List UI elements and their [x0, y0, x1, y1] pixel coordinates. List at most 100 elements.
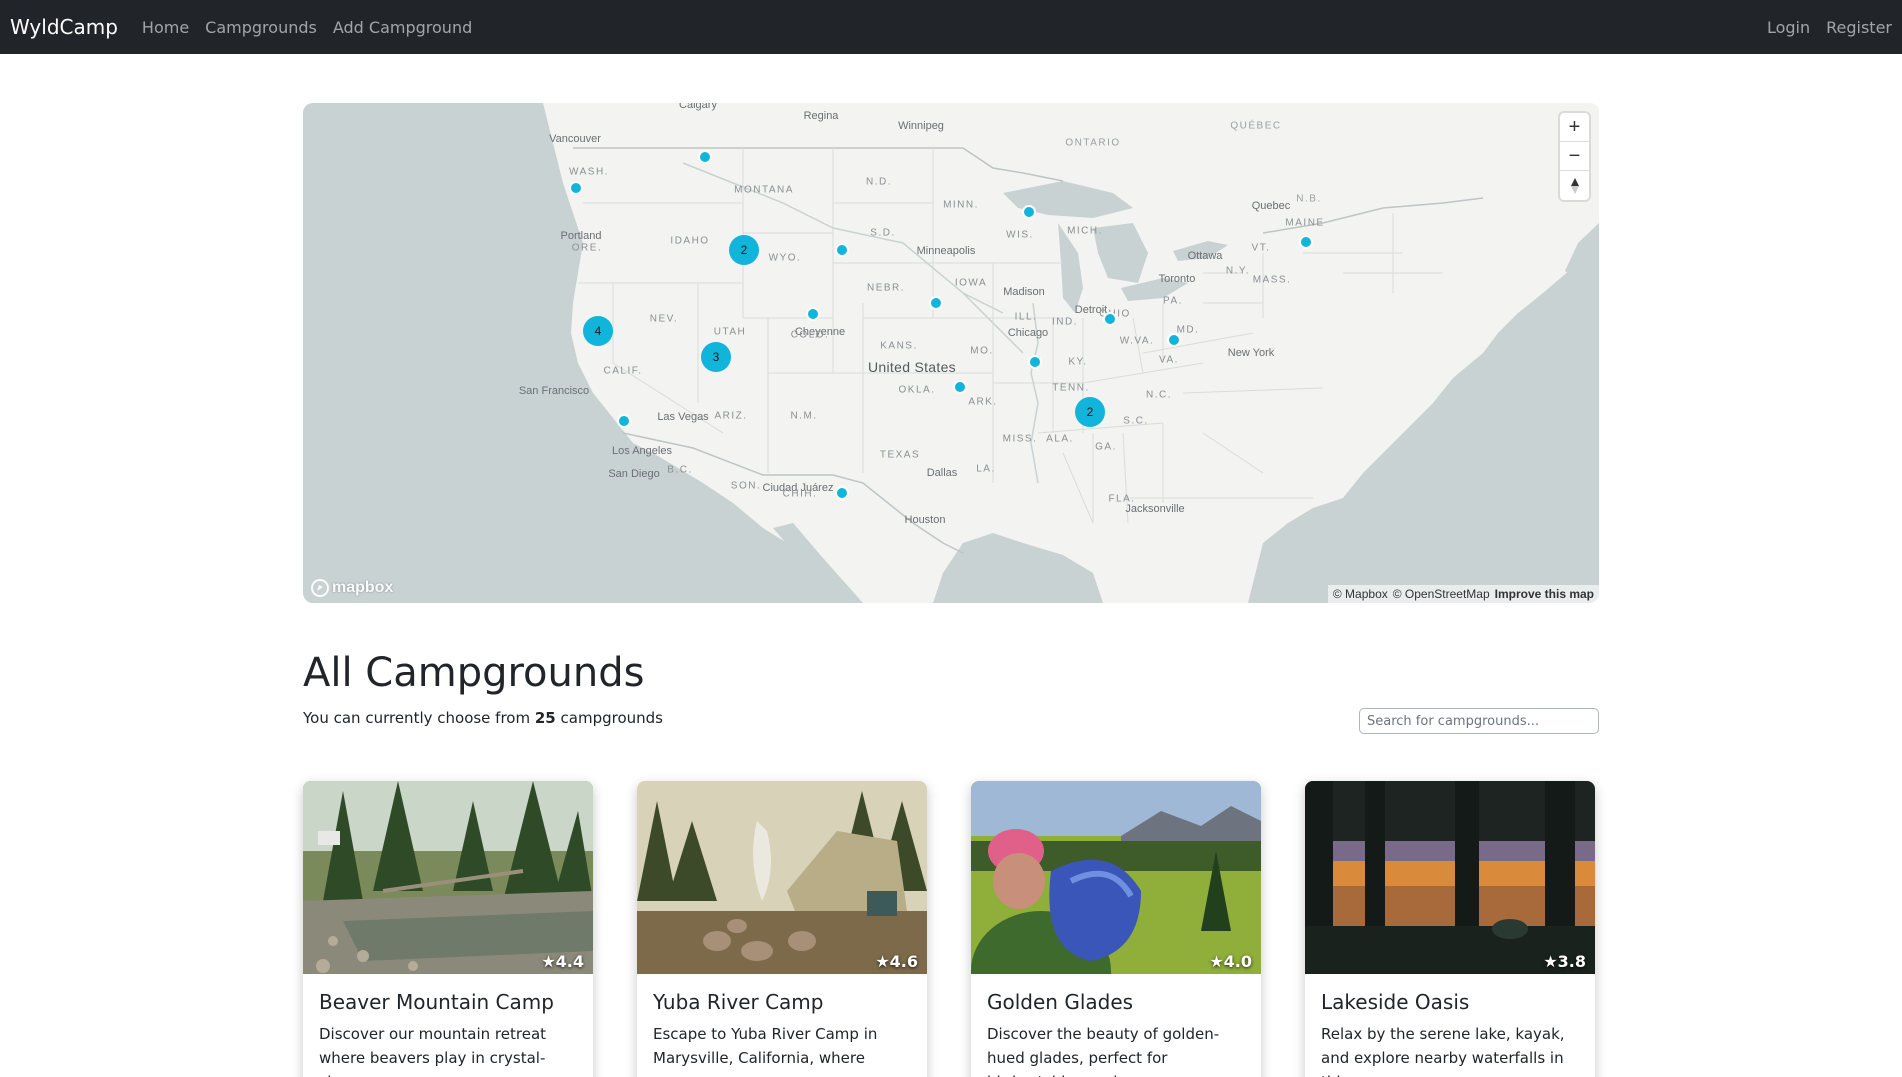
- campground-marker[interactable]: [698, 150, 712, 164]
- map-state-label: MO.: [970, 345, 994, 357]
- osm-attribution-link[interactable]: © OpenStreetMap: [1393, 587, 1490, 601]
- campground-name: Yuba River Camp: [653, 990, 824, 1014]
- cluster-map[interactable]: Calgary Regina Winnipeg Vancouver Portla…: [303, 103, 1599, 603]
- map-state-label: SON.: [730, 480, 762, 492]
- campground-cluster[interactable]: 3: [701, 342, 731, 372]
- map-state-label: IOWA: [954, 277, 988, 289]
- map-state-label: TEXAS: [879, 449, 921, 461]
- map-city-label: Las Vegas: [657, 411, 709, 423]
- improve-map-link[interactable]: Improve this map: [1495, 587, 1594, 601]
- map-city-label: Madison: [1003, 286, 1045, 298]
- campground-marker[interactable]: [953, 380, 967, 394]
- map-province-label: QUÉBEC: [1230, 120, 1282, 132]
- map-country-label: United States: [868, 359, 956, 375]
- campground-name: Golden Glades: [987, 990, 1134, 1014]
- count-suffix: campgrounds: [560, 709, 663, 727]
- map-state-label: CALIF.: [603, 365, 643, 377]
- campground-marker[interactable]: [617, 414, 631, 428]
- campground-marker[interactable]: [569, 181, 583, 195]
- campground-description: Discover the beauty of golden-hued glade…: [987, 1025, 1220, 1077]
- nav-campgrounds-link[interactable]: Campgrounds: [205, 18, 317, 37]
- count-prefix: You can currently choose from: [303, 709, 531, 727]
- lake-sunset-image: [1305, 781, 1595, 974]
- campground-card[interactable]: ★4.0 Golden Glades Discover the beauty o…: [971, 781, 1261, 1077]
- map-state-label: TENN.: [1052, 382, 1090, 394]
- map-state-label: ARK.: [968, 396, 998, 408]
- map-state-label: UTAH: [713, 326, 747, 338]
- campfire-tent-image: [637, 781, 927, 974]
- campground-marker[interactable]: [835, 243, 849, 257]
- register-link[interactable]: Register: [1826, 18, 1892, 37]
- map-city-label: Houston: [904, 514, 946, 526]
- map-city-label: Dallas: [926, 467, 958, 479]
- campground-marker[interactable]: [1028, 355, 1042, 369]
- mapbox-logo[interactable]: mapbox: [311, 579, 393, 597]
- map-city-label: Regina: [803, 110, 839, 122]
- map-state-label: COLO.: [790, 329, 830, 341]
- campground-name: Beaver Mountain Camp: [319, 990, 554, 1014]
- campground-card[interactable]: ★4.4 Beaver Mountain Camp Discover our m…: [303, 781, 593, 1077]
- map-state-label: S.D.: [870, 227, 896, 239]
- search-input[interactable]: [1359, 708, 1599, 734]
- campground-image: ★4.0: [971, 781, 1261, 974]
- map-state-label: MONTANA: [734, 184, 794, 196]
- map-state-label: W.VA.: [1119, 335, 1155, 347]
- map-city-label: Toronto: [1158, 273, 1196, 285]
- campground-card[interactable]: ★4.6 Yuba River Camp Escape to Yuba Rive…: [637, 781, 927, 1077]
- map-state-label: ORE.: [571, 242, 603, 254]
- map-city-label: Quebec: [1251, 200, 1291, 212]
- campground-image: ★4.4: [303, 781, 593, 974]
- nav-add-campground-link[interactable]: Add Campground: [333, 18, 472, 37]
- campground-marker[interactable]: [835, 486, 849, 500]
- zoom-out-button[interactable]: −: [1560, 142, 1589, 171]
- compass-icon: [1570, 177, 1579, 194]
- campground-card[interactable]: ★3.8 Lakeside Oasis Relax by the serene …: [1305, 781, 1595, 1077]
- map-state-label: MD.: [1176, 324, 1200, 336]
- map-state-label: WIS.: [1006, 229, 1034, 241]
- map-navigation-control: + −: [1560, 113, 1589, 200]
- forest-creek-image: [303, 781, 593, 974]
- map-state-label: VT.: [1251, 242, 1271, 254]
- map-state-label: MINN.: [943, 199, 979, 211]
- map-state-label: NEBR.: [866, 282, 906, 294]
- map-state-label: B.C.: [667, 464, 693, 476]
- campground-marker[interactable]: [929, 296, 943, 310]
- nav-home-link[interactable]: Home: [142, 18, 189, 37]
- map-state-label: VA.: [1159, 354, 1179, 366]
- campground-marker[interactable]: [1103, 312, 1117, 326]
- map-state-label: ALA.: [1046, 433, 1074, 445]
- map-city-label: Jacksonville: [1125, 503, 1185, 515]
- map-basemap: [543, 103, 1599, 603]
- campground-marker[interactable]: [1022, 205, 1036, 219]
- map-city-label: San Francisco: [518, 385, 590, 397]
- map-state-label: CHIH.: [782, 488, 818, 500]
- compass-button[interactable]: [1560, 171, 1589, 200]
- campground-card-grid: ★4.4 Beaver Mountain Camp Discover our m…: [303, 781, 1595, 1077]
- map-state-label: MAINE: [1285, 217, 1325, 229]
- campground-marker[interactable]: [1167, 333, 1181, 347]
- campground-marker[interactable]: [806, 307, 820, 321]
- campground-cluster[interactable]: 4: [583, 316, 613, 346]
- campground-marker[interactable]: [1299, 235, 1313, 249]
- mapbox-logo-text: mapbox: [332, 579, 394, 596]
- map-state-label: WYO.: [768, 252, 802, 264]
- campground-count-text: You can currently choose from 25 campgro…: [303, 709, 663, 727]
- map-state-label: MICH.: [1067, 225, 1103, 237]
- campground-cluster[interactable]: 2: [1075, 397, 1105, 427]
- brand-logo[interactable]: WyldCamp: [10, 15, 118, 39]
- mapbox-attribution-link[interactable]: © Mapbox: [1333, 587, 1388, 601]
- card-body: Yuba River Camp Escape to Yuba River Cam…: [637, 974, 927, 1077]
- mapbox-logo-icon: [311, 579, 329, 597]
- map-state-label: S.C.: [1123, 415, 1149, 427]
- map-province-label: N.B.: [1296, 193, 1322, 205]
- map-state-label: N.C.: [1146, 389, 1172, 401]
- nav-auth-links: Login Register: [1751, 18, 1892, 37]
- map-state-label: LA.: [976, 463, 996, 475]
- zoom-in-button[interactable]: +: [1560, 113, 1589, 142]
- map-state-label: PA.: [1163, 295, 1183, 307]
- campground-name: Lakeside Oasis: [1321, 990, 1470, 1014]
- map-state-label: ILL.: [1014, 311, 1038, 323]
- login-link[interactable]: Login: [1767, 18, 1810, 37]
- card-body: Beaver Mountain Camp Discover our mounta…: [303, 974, 593, 1077]
- campground-cluster[interactable]: 2: [729, 235, 759, 265]
